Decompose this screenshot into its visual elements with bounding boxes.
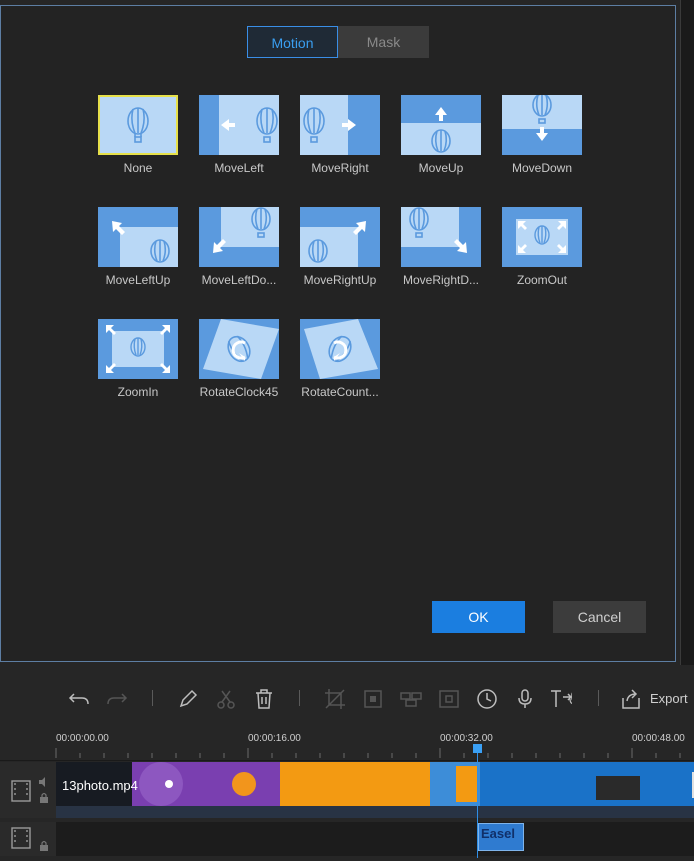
effect-thumbnail [502, 95, 582, 155]
playhead[interactable] [477, 745, 478, 858]
tab-mask[interactable]: Mask [338, 26, 429, 58]
toolbar-divider [598, 690, 599, 706]
effect-move-right[interactable]: MoveRight [300, 95, 382, 175]
effect-thumbnail [401, 95, 481, 155]
motion-dialog: Motion Mask None MoveLeft MoveRight Move… [0, 5, 676, 662]
arrow-up-icon [431, 107, 451, 153]
edit-icon[interactable] [177, 688, 199, 710]
effect-move-down[interactable]: MoveDown [502, 95, 584, 175]
effect-label: MoveRight [311, 161, 369, 175]
arrow-up-right-icon [308, 221, 366, 263]
effect-none[interactable]: None [98, 95, 180, 175]
playhead-handle[interactable] [473, 744, 482, 753]
effect-label: MoveRightD... [402, 273, 480, 287]
split-screen-icon[interactable] [400, 688, 422, 710]
effect-move-left-down[interactable]: MoveLeftDo... [199, 207, 281, 287]
effect-label: RotateClock45 [199, 385, 279, 399]
film-icon [11, 780, 31, 802]
effect-thumbnail [401, 207, 481, 267]
effect-thumbnail [199, 95, 279, 155]
overlay-track: Easel [0, 822, 694, 856]
effect-label: ZoomIn [117, 385, 159, 399]
speed-icon[interactable] [476, 688, 498, 710]
effect-label: None [123, 161, 153, 175]
effect-move-right-up[interactable]: MoveRightUp [300, 207, 382, 287]
redo-icon[interactable] [106, 688, 128, 710]
title-clip-text: Easel [481, 826, 515, 841]
track-header [0, 822, 56, 856]
effect-label: MoveUp [418, 161, 464, 175]
arrow-right-icon [303, 107, 356, 143]
arrow-down-icon [532, 95, 552, 141]
rotate-clockwise-icon [203, 319, 279, 379]
text-to-speech-icon[interactable] [550, 688, 572, 710]
arrow-left-icon [221, 107, 278, 143]
effect-zoom-in[interactable]: ZoomIn [98, 319, 180, 399]
speaker-icon[interactable] [38, 776, 50, 788]
voiceover-icon[interactable] [514, 688, 536, 710]
cancel-button[interactable]: Cancel [553, 601, 646, 633]
title-clip[interactable]: Easel [478, 823, 524, 851]
effect-thumbnail [98, 319, 178, 379]
edit-toolbar: Export [0, 680, 694, 718]
timeline-ruler[interactable]: 00:00:00.00 00:00:16.00 00:00:32.00 00:0… [0, 728, 694, 761]
arrow-up-left-icon [112, 221, 170, 263]
effect-move-right-down[interactable]: MoveRightD... [401, 207, 483, 287]
zoom-out-icon [518, 221, 566, 253]
export-button[interactable]: Export [650, 691, 688, 706]
side-panel-edge [680, 0, 694, 665]
toolbar-divider [299, 690, 300, 706]
effect-label: MoveLeftUp [105, 273, 171, 287]
lock-icon[interactable] [39, 840, 51, 852]
effect-label: MoveDown [511, 161, 573, 175]
undo-icon[interactable] [68, 688, 90, 710]
effect-thumbnail [300, 207, 380, 267]
ok-button[interactable]: OK [432, 601, 525, 633]
effect-move-left[interactable]: MoveLeft [199, 95, 281, 175]
effect-thumbnail [502, 207, 582, 267]
zoom-in-icon [106, 325, 170, 373]
cut-icon[interactable] [215, 688, 237, 710]
rotate-counterclockwise-icon [304, 319, 378, 379]
effect-thumbnail [300, 95, 380, 155]
arrow-down-right-icon [409, 207, 467, 253]
effect-rotate-clock-45[interactable]: RotateClock45 [199, 319, 281, 399]
track-header [0, 762, 56, 818]
effect-label: MoveLeftDo... [201, 273, 277, 287]
effect-label: RotateCount... [301, 385, 379, 399]
balloon-icon [127, 107, 149, 143]
export-icon[interactable] [620, 688, 642, 710]
delete-icon[interactable] [253, 688, 275, 710]
effect-thumbnail [199, 319, 279, 379]
effect-label: MoveRightUp [303, 273, 377, 287]
effect-thumbnail [199, 207, 279, 267]
clip-name: 13photo.mp4 [62, 778, 138, 793]
ruler-ticks [55, 748, 681, 758]
crop-icon[interactable] [324, 688, 346, 710]
video-track: 13photo.mp4 [0, 762, 694, 818]
effect-label: ZoomOut [516, 273, 567, 287]
arrow-down-left-icon [213, 207, 271, 253]
video-clip[interactable] [56, 762, 694, 818]
tab-motion[interactable]: Motion [247, 26, 338, 58]
dialog-tabs: Motion Mask [247, 26, 429, 58]
lock-icon[interactable] [39, 792, 51, 804]
effect-zoom-out[interactable]: ZoomOut [502, 207, 584, 287]
effect-thumbnail [98, 95, 178, 155]
freeze-frame-icon[interactable] [438, 688, 460, 710]
effect-label: MoveLeft [214, 161, 264, 175]
effect-thumbnail [98, 207, 178, 267]
effect-rotate-counterclockwise[interactable]: RotateCount... [300, 319, 382, 399]
mosaic-icon[interactable] [362, 688, 384, 710]
effect-move-up[interactable]: MoveUp [401, 95, 483, 175]
effect-thumbnail [300, 319, 380, 379]
effect-move-left-up[interactable]: MoveLeftUp [98, 207, 180, 287]
toolbar-divider [152, 690, 153, 706]
